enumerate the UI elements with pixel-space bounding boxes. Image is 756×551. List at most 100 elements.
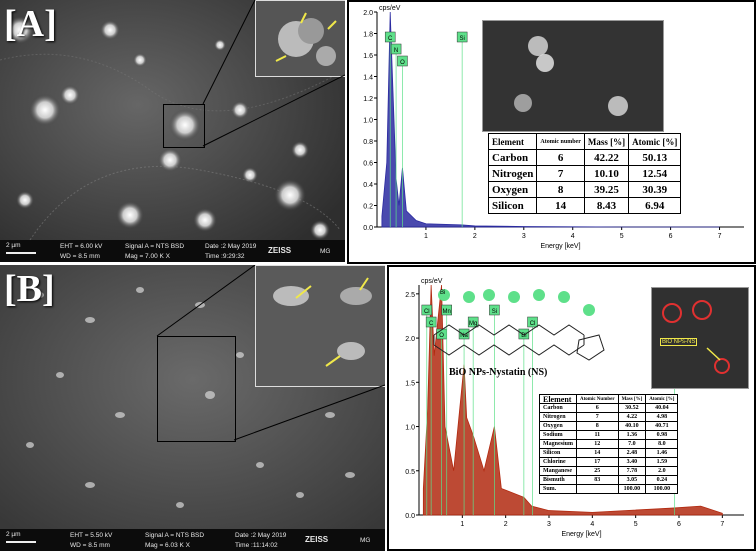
cell: Carbon: [487, 149, 538, 166]
wd-value: WD = 8.5 mm: [70, 542, 110, 549]
bi-atom-label: Bi: [440, 290, 446, 296]
cell: Manganese: [539, 466, 577, 476]
time-value: Time :9:29:32: [205, 253, 245, 260]
cell: Oxygen: [539, 421, 577, 431]
table-row: Sodium 11 1.36 0.98: [539, 430, 679, 440]
header-cell: Mass [%]: [617, 394, 647, 404]
scale-bar-label: 2 µm: [6, 242, 21, 249]
header-cell: Element: [487, 133, 538, 150]
cell: 7: [536, 165, 585, 182]
y-tick-label: 0.4: [363, 182, 373, 189]
cell: 6.94: [628, 197, 682, 214]
y-tick-label: 0.8: [363, 139, 373, 146]
magnified-inset-a: [255, 0, 345, 77]
composition-table-b: Element Atomic Number Mass [%] Atomic [%…: [539, 394, 679, 494]
y-tick-label: 2.5: [405, 292, 415, 299]
peak-label: Si: [459, 36, 464, 42]
cell: 7.0: [617, 439, 647, 449]
cell: 1.36: [617, 430, 647, 440]
brand-logo: ZEISS: [268, 246, 292, 255]
molecule-icon: [433, 289, 605, 361]
x-tick-label: 7: [720, 521, 724, 528]
inset-blobs-a: [275, 12, 337, 66]
cell: 100.00: [645, 484, 679, 494]
cell: 10.10: [583, 165, 630, 182]
cell: 2.0: [645, 466, 679, 476]
cell: 40.71: [645, 421, 679, 431]
cell: 39.25: [583, 181, 630, 198]
scale-bar: [6, 541, 36, 543]
sem-inset-b: BiO NPs-NS: [651, 287, 749, 389]
date-value: Date :2 May 2019: [235, 532, 287, 539]
y-tick-label: 0.5: [405, 469, 415, 476]
eds-spectrum-a: 0.0 0.2 0.4 0.6 0.8 1.0 1.2 1.4 1.6 1.8 2.0 1 2 3 4 5 6 7…: [347, 0, 756, 264]
cell: 11: [576, 430, 619, 440]
zoom-box-b: [157, 336, 236, 442]
panel-label-a: [A]: [4, 3, 57, 45]
x-axis-label: Energy [keV]: [540, 243, 580, 250]
scale-bar: [6, 252, 36, 254]
cell: Carbon: [539, 403, 577, 413]
time-value: Time :11:14:02: [235, 542, 278, 549]
y-tick-label: 2.0: [405, 336, 415, 343]
y-axis-label: cps/eV: [379, 5, 401, 12]
header-cell: Atomic number: [536, 133, 585, 150]
inset-blobs-b: [273, 277, 372, 367]
cell: 30.39: [628, 181, 682, 198]
zoom-box-a: [163, 104, 205, 148]
x-tick-label: 5: [620, 233, 624, 240]
cell: Bismuth: [539, 475, 577, 485]
x-axis-label: Energy [keV]: [561, 531, 601, 538]
peak-label: O: [400, 60, 405, 66]
cell: Magnesium: [539, 439, 577, 449]
wd-value: WD = 8.5 mm: [60, 253, 100, 260]
table-row: Oxygen 8 40.10 40.71: [539, 421, 679, 431]
y-tick-label: 1.5: [405, 380, 415, 387]
x-tick-label: 5: [634, 521, 638, 528]
mag-value: Mag = 7.00 K X: [125, 253, 170, 260]
cell: 7: [576, 412, 619, 422]
header-cell: Atomic Number: [576, 394, 619, 404]
cell: Nitrogen: [487, 165, 538, 182]
peak-label: C: [388, 36, 393, 42]
cell: 1.46: [645, 448, 679, 458]
cell: 0.98: [645, 430, 679, 440]
table-row: Oxygen 8 39.25 30.39: [487, 181, 682, 198]
x-tick-label: 4: [590, 521, 594, 528]
cell: 40.04: [645, 403, 679, 413]
cell: 4.22: [617, 412, 647, 422]
signal-value: Signal A = NTS BSD: [125, 243, 185, 250]
cell: 12: [576, 439, 619, 449]
header-cell: Mass [%]: [583, 133, 630, 150]
cell: 83: [576, 475, 619, 485]
sem-databar-a: 2 µm EHT = 6.00 kV WD = 8.5 mm Signal A …: [0, 240, 345, 262]
brand-logo: ZEISS: [305, 535, 329, 544]
cell: 3.40: [617, 457, 647, 467]
x-tick-label: 1: [460, 521, 464, 528]
cell: Chlorine: [539, 457, 577, 467]
cell: Oxygen: [487, 181, 538, 198]
user-initials: MG: [360, 537, 371, 544]
cell: 50.13: [628, 149, 682, 166]
x-tick-label: 6: [677, 521, 681, 528]
y-tick-label: 1.0: [405, 425, 415, 432]
cell: Sum.: [539, 484, 577, 494]
table-row: Silicon 14 8.43 6.94: [487, 197, 682, 214]
y-tick-label: 1.8: [363, 32, 373, 39]
y-tick-label: 2.0: [363, 10, 373, 17]
cell: 0.24: [645, 475, 679, 485]
cell: 3.05: [617, 475, 647, 485]
date-value: Date :2 May 2019: [205, 243, 257, 250]
cell: 8: [536, 181, 585, 198]
eht-value: EHT = 5.50 kV: [70, 532, 113, 539]
cell: 2.48: [617, 448, 647, 458]
cell: Silicon: [487, 197, 538, 214]
cell: 100.00: [617, 484, 647, 494]
cell: 42.22: [583, 149, 630, 166]
eds-spectrum-b: 0.0 0.5 1.0 1.5 2.0 2.5 1 2 3 4 5 6 7 cps/eV Energy [k…: [387, 265, 756, 551]
header-cell: Element: [539, 394, 577, 404]
x-tick-label: 1: [424, 233, 428, 240]
inset-blobs: [483, 21, 663, 131]
peak-label: N: [394, 48, 398, 54]
cell: 17: [576, 457, 619, 467]
